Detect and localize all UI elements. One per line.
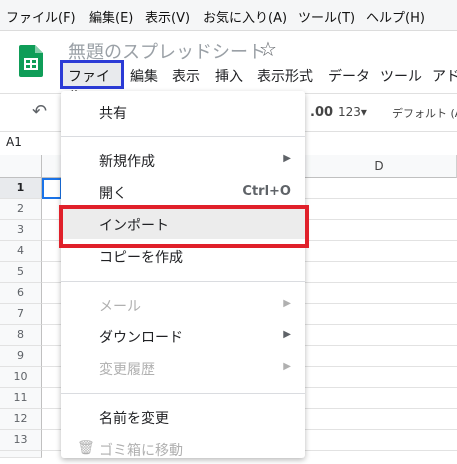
menu-edit[interactable]: 編集 xyxy=(130,66,158,86)
row-header-11[interactable]: 11 xyxy=(0,388,42,409)
menu-item-label: ダウンロード xyxy=(99,330,183,346)
font-dropdown[interactable]: デフォルト (A... xyxy=(392,105,457,121)
menu-separator xyxy=(61,136,305,137)
sheets-logo-icon[interactable] xyxy=(19,45,43,77)
column-header-d[interactable]: D xyxy=(302,155,457,178)
menu-view[interactable]: 表示 xyxy=(172,66,200,86)
menu-data[interactable]: データ xyxy=(328,66,370,86)
file-menu-dropdown: 共有 新規作成 ▶ 開く Ctrl+O インポート コピーを作成 メール ▶ ダ… xyxy=(61,91,305,459)
row-header-3[interactable]: 3 xyxy=(0,220,42,241)
menu-addons[interactable]: アド xyxy=(432,66,457,86)
row-header-12[interactable]: 12 xyxy=(0,409,42,430)
menu-insert[interactable]: 挿入 xyxy=(215,66,243,86)
row-header-4[interactable]: 4 xyxy=(0,241,42,262)
number-format-dropdown[interactable]: 123▾ xyxy=(338,105,367,119)
menu-item-new[interactable]: 新規作成 ▶ xyxy=(61,145,305,175)
row-header-1[interactable]: 1 xyxy=(0,178,42,199)
browser-menu-help[interactable]: ヘルプ(H) xyxy=(366,7,425,26)
browser-menu-file[interactable]: ファイル(F) xyxy=(6,7,76,26)
menu-file[interactable]: ファイル xyxy=(60,60,124,105)
undo-icon[interactable]: ↶ xyxy=(32,101,47,122)
menu-item-download[interactable]: ダウンロード ▶ xyxy=(61,321,305,351)
decimal-button[interactable]: .00 xyxy=(310,105,333,120)
row-header-8[interactable]: 8 xyxy=(0,325,42,346)
import-highlight-box xyxy=(59,205,309,248)
selected-cell-a1[interactable] xyxy=(42,178,62,199)
menu-item-email[interactable]: メール ▶ xyxy=(61,290,305,320)
menu-item-label: 新規作成 xyxy=(99,154,155,170)
browser-menu-favorites[interactable]: お気に入り(A) xyxy=(203,7,287,26)
menu-item-label: 開く xyxy=(99,186,127,202)
menu-item-open[interactable]: 開く Ctrl+O xyxy=(61,177,305,207)
browser-menu-edit[interactable]: 編集(E) xyxy=(89,7,133,26)
star-icon[interactable]: ☆ xyxy=(259,37,277,61)
menu-format[interactable]: 表示形式 xyxy=(257,66,313,86)
menu-item-label: 共有 xyxy=(99,106,127,122)
browser-menu-view[interactable]: 表示(V) xyxy=(145,7,190,26)
row-header-5[interactable]: 5 xyxy=(0,262,42,283)
row-header-14[interactable] xyxy=(0,451,42,458)
menu-separator xyxy=(61,281,305,282)
menu-item-label: 変更履歴 xyxy=(99,362,155,378)
menu-item-share[interactable]: 共有 xyxy=(61,97,305,127)
row-header-2[interactable]: 2 xyxy=(0,199,42,220)
row-header-6[interactable]: 6 xyxy=(0,283,42,304)
submenu-arrow-icon: ▶ xyxy=(283,329,291,340)
shortcut-label: Ctrl+O xyxy=(242,184,291,199)
row-header-10[interactable]: 10 xyxy=(0,367,42,388)
row-header-13[interactable]: 13 xyxy=(0,430,42,451)
row-header-7[interactable]: 7 xyxy=(0,304,42,325)
menu-item-version-history[interactable]: 変更履歴 ▶ xyxy=(61,353,305,383)
menu-item-label: 名前を変更 xyxy=(99,411,169,427)
menu-item-label: メール xyxy=(99,299,141,315)
menu-item-label: ゴミ箱に移動 xyxy=(99,443,183,459)
menu-tools[interactable]: ツール xyxy=(380,66,422,86)
cell-reference[interactable]: A1 xyxy=(6,135,22,149)
row-header-9[interactable]: 9 xyxy=(0,346,42,367)
submenu-arrow-icon: ▶ xyxy=(283,298,291,309)
grid-corner[interactable] xyxy=(0,155,42,178)
menu-item-move-to-trash[interactable]: 🗑 ゴミ箱に移動 xyxy=(61,434,305,464)
menu-separator xyxy=(61,393,305,394)
submenu-arrow-icon: ▶ xyxy=(283,361,291,372)
menu-item-label: コピーを作成 xyxy=(99,250,183,266)
submenu-arrow-icon: ▶ xyxy=(283,153,291,164)
browser-menu-tools[interactable]: ツール(T) xyxy=(298,7,355,26)
trash-icon: 🗑 xyxy=(77,440,95,456)
menu-item-rename[interactable]: 名前を変更 xyxy=(61,402,305,432)
